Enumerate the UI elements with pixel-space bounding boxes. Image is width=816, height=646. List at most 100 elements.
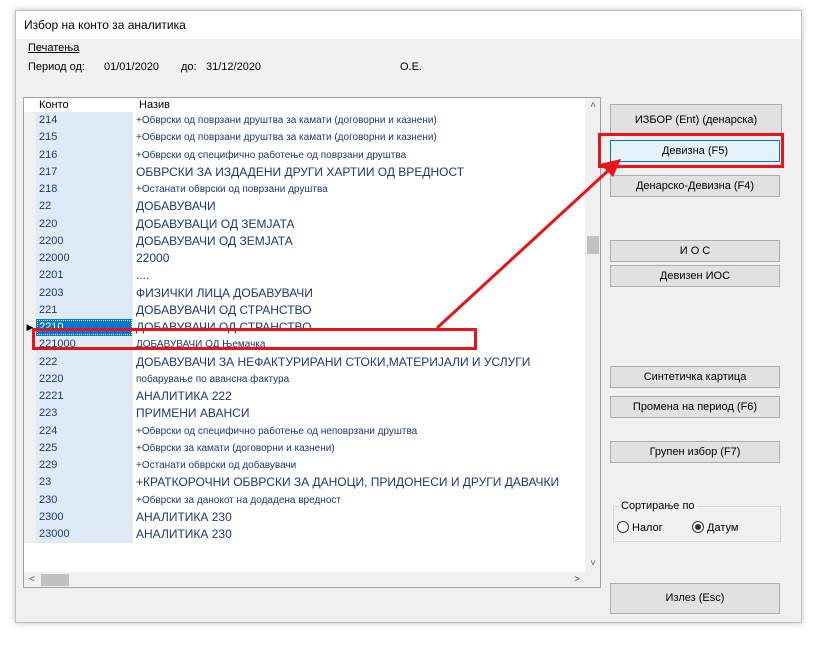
column-header-name[interactable]: Назив (139, 98, 170, 112)
row-indicator[interactable] (24, 215, 36, 233)
cell-code[interactable]: 224 (36, 422, 133, 440)
table-row[interactable]: 2221 АНАЛИТИКА 222 (24, 388, 584, 406)
cell-name[interactable]: +Обврски за камати (договорни и казнени) (136, 440, 581, 457)
table-row[interactable]: 215 +Обврски од поврзани друштва за камат… (24, 129, 584, 147)
row-indicator[interactable] (24, 163, 36, 181)
vertical-scrollbar[interactable]: ˄ ˅ (585, 98, 600, 572)
cell-code[interactable]: 218 (36, 181, 133, 199)
cell-name[interactable]: АНАЛИТИКА 222 (136, 388, 581, 405)
cell-code[interactable]: 214 (36, 112, 133, 130)
row-indicator[interactable] (24, 508, 36, 526)
horizontal-scrollbar[interactable]: < > (24, 572, 585, 587)
row-indicator[interactable] (24, 146, 36, 164)
cell-name[interactable]: ДОБАВУВАЧИ (136, 198, 581, 215)
cell-name[interactable]: ДОБАВУВАЧИ ОД СТРАНСТВО (136, 302, 581, 319)
cell-name[interactable]: побарување по авансна фактура (136, 371, 581, 388)
cell-name[interactable]: АНАЛИТИКА 230 (136, 509, 581, 526)
cell-name[interactable]: .... (136, 267, 581, 284)
cell-code[interactable]: 216 (36, 146, 133, 164)
izbor-button[interactable]: ИЗБОР (Ent) (денарска) (610, 104, 782, 136)
table-row[interactable]: 214 +Обврски од поврзани друштва за камат… (24, 112, 584, 130)
table-row[interactable]: 223 ПРИМЕНИ АВАНСИ (24, 405, 584, 423)
cell-code[interactable]: 2220 (36, 370, 133, 388)
row-indicator[interactable] (24, 474, 36, 492)
table-row[interactable]: 225 +Обврски за камати (договорни и казне… (24, 439, 584, 457)
cell-code[interactable]: 223 (36, 405, 133, 423)
row-indicator[interactable] (24, 267, 36, 285)
cell-code[interactable]: 2203 (36, 284, 133, 302)
cell-name[interactable]: АНАЛИТИКА 230 (136, 526, 581, 543)
sintetichka-kartica-button[interactable]: Синтетичка картица (610, 366, 780, 388)
table-row[interactable]: 2200 ДОБАВУВАЧИ ОД ЗЕМЈАТА (24, 232, 584, 250)
table-row[interactable]: 229 +Останати обврски од добавувачи (24, 457, 584, 475)
row-indicator[interactable] (24, 388, 36, 406)
cell-name[interactable]: +Обврски од поврзани друштва за камати (… (136, 112, 581, 129)
table-row[interactable]: 22 ДОБАВУВАЧИ (24, 198, 584, 216)
menu-print[interactable]: Печатења (28, 42, 79, 54)
table-row[interactable]: 218 +Останати обврски од поврзани друштва (24, 181, 584, 199)
table-row[interactable]: 221 ДОБАВУВАЧИ ОД СТРАНСТВО (24, 301, 584, 319)
row-indicator[interactable] (24, 129, 36, 147)
cell-name[interactable]: ДОБАВУВАЧИ ЗА НЕФАКТУРИРАНИ СТОКИ,МАТЕРИ… (136, 354, 581, 371)
sort-radio-nalog[interactable]: Налог (617, 521, 663, 534)
scroll-down-icon[interactable]: ˅ (585, 556, 600, 572)
table-row[interactable]: 2201.... (24, 267, 584, 285)
cell-code[interactable]: 222 (36, 353, 133, 371)
cell-name[interactable]: +Обврски за данокот на додадена вредност (136, 492, 581, 509)
cell-code[interactable]: 225 (36, 439, 133, 457)
table-row[interactable]: 2300 АНАЛИТИКА 230 (24, 508, 584, 526)
cell-code[interactable]: 215 (36, 129, 133, 147)
table-row[interactable]: 216 +Обврски од специфично работење од по… (24, 146, 584, 164)
row-indicator[interactable] (24, 181, 36, 199)
ios-button[interactable]: И О С (610, 240, 780, 262)
cell-code[interactable]: 2201 (36, 267, 133, 285)
row-indicator[interactable] (24, 457, 36, 475)
sort-radio-datum[interactable]: Датум (692, 521, 738, 534)
cell-name[interactable]: ПРИМЕНИ АВАНСИ (136, 405, 581, 422)
scroll-up-icon[interactable]: ˄ (585, 98, 600, 114)
vertical-scroll-thumb[interactable] (587, 236, 599, 254)
cell-name[interactable]: ДОБАВУВАЦИ ОД ЗЕМЈАТА (136, 216, 581, 233)
cell-name[interactable]: +КРАТКОРОЧНИ ОБВРСКИ ЗА ДАНОЦИ, ПРИДОНЕС… (136, 474, 581, 491)
cell-code[interactable]: 2300 (36, 508, 133, 526)
row-indicator[interactable] (24, 232, 36, 250)
table-row[interactable]: 220 ДОБАВУВАЦИ ОД ЗЕМЈАТА (24, 215, 584, 233)
cell-name[interactable]: 22000 (136, 250, 581, 267)
table-row[interactable]: 230 +Обврски за данокот на додадена вредн… (24, 491, 584, 509)
table-row[interactable]: 224 +Обврски од специфично работење од не… (24, 422, 584, 440)
row-indicator[interactable] (24, 405, 36, 423)
promena-period-button[interactable]: Промена на период (F6) (610, 396, 780, 418)
row-indicator[interactable] (24, 439, 36, 457)
cell-code[interactable]: 2200 (36, 232, 133, 250)
horizontal-scroll-thumb[interactable] (41, 574, 69, 586)
cell-code[interactable]: 229 (36, 457, 133, 475)
deviz-ios-button[interactable]: Девизен ИОС (610, 265, 780, 287)
cell-code[interactable]: 2221 (36, 388, 133, 406)
row-indicator[interactable] (24, 250, 36, 268)
denarsko-devizna-button[interactable]: Денарско-Девизна (F4) (610, 175, 780, 197)
cell-name[interactable]: +Обврски од специфично работење од непов… (136, 423, 581, 440)
row-indicator[interactable] (24, 353, 36, 371)
cell-code[interactable]: 221 (36, 301, 133, 319)
cell-code[interactable]: 220 (36, 215, 133, 233)
row-indicator[interactable] (24, 284, 36, 302)
cell-code[interactable]: 23 (36, 474, 133, 492)
cell-name[interactable]: ДОБАВУВАЧИ ОД ЗЕМЈАТА (136, 233, 581, 250)
row-indicator[interactable] (24, 112, 36, 130)
row-indicator[interactable] (24, 526, 36, 544)
cell-name[interactable]: +Обврски од специфично работење од поврз… (136, 147, 581, 164)
row-indicator[interactable] (24, 422, 36, 440)
row-indicator[interactable] (24, 370, 36, 388)
table-row[interactable]: 217 ОБВРСКИ ЗА ИЗДАДЕНИ ДРУГИ ХАРТИИ ОД В… (24, 163, 584, 181)
cell-code[interactable]: 230 (36, 491, 133, 509)
column-header-code[interactable]: Конто (39, 98, 69, 112)
cell-name[interactable]: ОБВРСКИ ЗА ИЗДАДЕНИ ДРУГИ ХАРТИИ ОД ВРЕД… (136, 164, 581, 181)
row-indicator[interactable] (24, 491, 36, 509)
cell-name[interactable]: +Обврски од поврзани друштва за камати (… (136, 129, 581, 146)
grupen-izbor-button[interactable]: Групен избор (F7) (610, 441, 780, 463)
table-row[interactable]: 23 +КРАТКОРОЧНИ ОБВРСКИ ЗА ДАНОЦИ, ПРИДОН… (24, 474, 584, 492)
table-row[interactable]: 2220 побарување по авансна фактура (24, 370, 584, 388)
cell-code[interactable]: 217 (36, 163, 133, 181)
cell-code[interactable]: 23000 (36, 526, 133, 544)
cell-code[interactable]: 22 (36, 198, 133, 216)
